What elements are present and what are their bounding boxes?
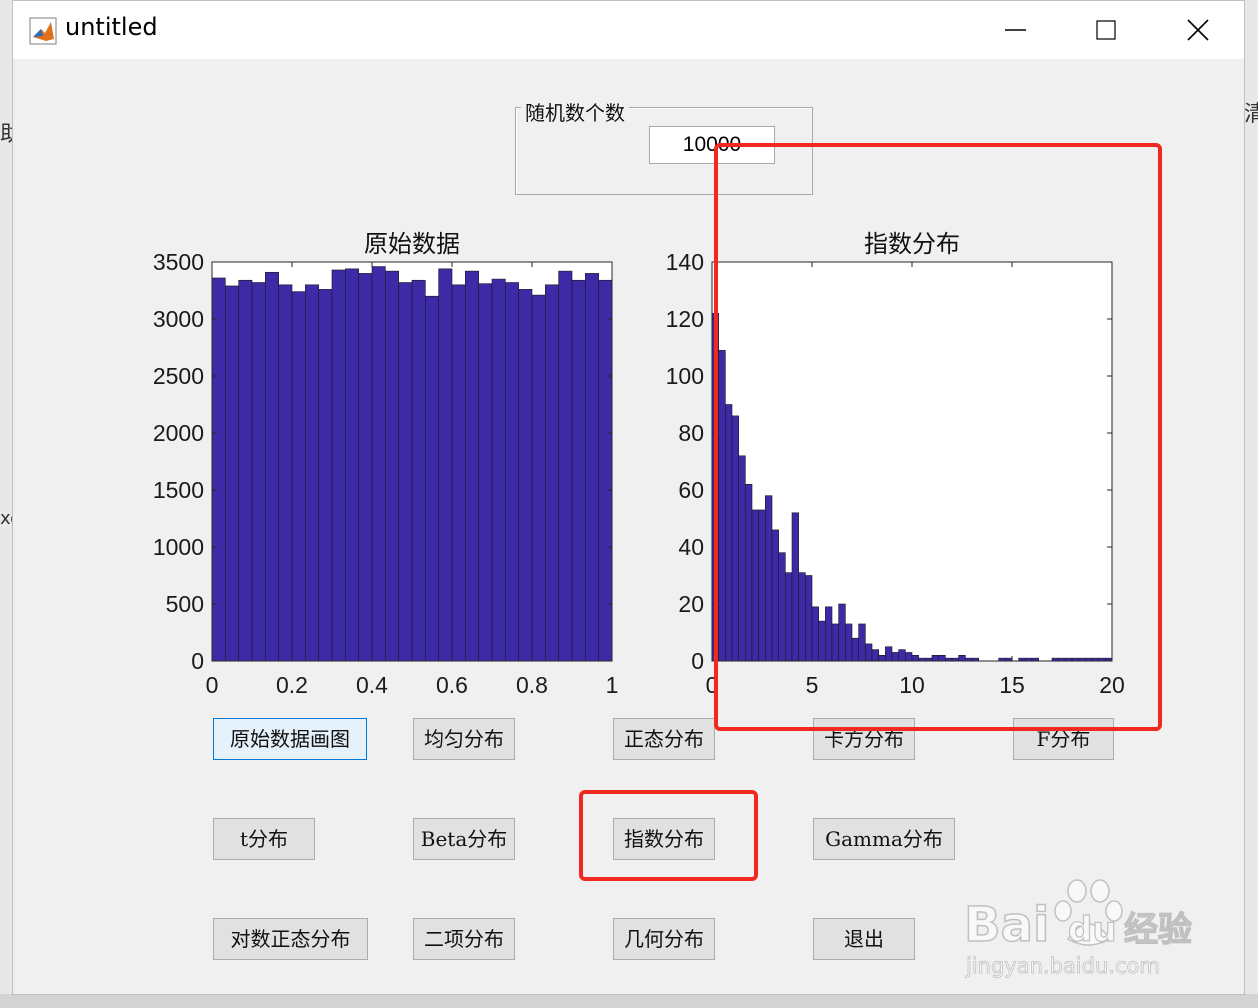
watermark-url: jingyan.baidu.com xyxy=(965,954,1160,978)
raw-x-tick-label: 0.2 xyxy=(276,672,308,698)
exp-y-tick-label: 40 xyxy=(678,534,704,560)
raw-y-tick-label: 3500 xyxy=(153,249,204,275)
raw-y-tick-label: 2500 xyxy=(153,363,204,389)
raw-bar xyxy=(358,273,373,662)
raw-bar xyxy=(331,269,346,662)
exp-y-tick-label: 20 xyxy=(678,591,704,617)
raw-chart: 原始数据 0 0.2 0.4 0.6 0.8 1 0 500 1000 1500 2000 2500 30… xyxy=(153,230,619,698)
raw-bar xyxy=(531,294,546,662)
highlight-box-button xyxy=(579,790,758,881)
lognormal-button[interactable]: 对数正态分布 xyxy=(213,918,368,960)
raw-bar xyxy=(278,284,293,662)
raw-bar xyxy=(265,271,279,662)
raw-y-tick-label: 1500 xyxy=(153,477,204,503)
watermark-cn: 经验 xyxy=(1124,910,1192,950)
raw-bar xyxy=(545,284,559,662)
watermark-du: du xyxy=(1068,910,1117,950)
raw-bar xyxy=(571,279,586,662)
raw-bar xyxy=(585,273,599,662)
exp-y-tick-label: 140 xyxy=(666,249,704,275)
raw-bar xyxy=(318,289,333,662)
raw-bar xyxy=(478,283,493,662)
exp-y-tick-label: 80 xyxy=(678,420,704,446)
baidu-watermark: Bai du 经验 jingyan.baidu.com xyxy=(963,879,1193,978)
raw-bar xyxy=(491,278,506,662)
raw-bar xyxy=(305,284,319,662)
raw-y-tick-label: 0 xyxy=(191,648,204,674)
t-distribution-button[interactable]: t分布 xyxy=(213,818,315,860)
raw-bar xyxy=(238,279,253,662)
raw-bar xyxy=(438,268,453,662)
raw-bar xyxy=(518,289,533,662)
raw-bar xyxy=(451,284,466,662)
exp-y-tick-label: 120 xyxy=(666,306,704,332)
raw-y-tick-label: 500 xyxy=(166,591,204,617)
raw-x-tick-label: 0.6 xyxy=(436,672,468,698)
raw-x-tick-label: 1 xyxy=(606,672,619,698)
highlight-box-chart xyxy=(714,143,1162,731)
raw-bar xyxy=(465,270,479,662)
exp-y-tick-label: 100 xyxy=(666,363,704,389)
raw-y-tick-label: 3000 xyxy=(153,306,204,332)
raw-chart-title: 原始数据 xyxy=(364,230,460,258)
raw-bar xyxy=(505,282,519,662)
raw-bar xyxy=(251,282,266,662)
exp-y-tick-label: 60 xyxy=(678,477,704,503)
raw-plot-button[interactable]: 原始数据画图 xyxy=(213,718,367,760)
raw-bar xyxy=(345,268,359,662)
binomial-button[interactable]: 二项分布 xyxy=(413,918,515,960)
uniform-button[interactable]: 均匀分布 xyxy=(413,718,515,760)
raw-bar xyxy=(558,270,573,662)
raw-bar xyxy=(385,270,399,662)
exp-y-tick-label: 0 xyxy=(691,648,704,674)
raw-y-tick-label: 1000 xyxy=(153,534,204,560)
raw-x-tick-label: 0.4 xyxy=(356,672,388,698)
raw-bar xyxy=(225,285,239,662)
raw-y-tick-label: 2000 xyxy=(153,420,204,446)
raw-bar xyxy=(411,279,426,662)
watermark-brand: Bai xyxy=(964,897,1049,953)
beta-button[interactable]: Beta分布 xyxy=(413,818,515,860)
exit-button[interactable]: 退出 xyxy=(813,918,915,960)
raw-bar xyxy=(371,266,386,662)
raw-x-tick-label: 0.8 xyxy=(516,672,548,698)
raw-bar xyxy=(291,291,306,662)
raw-bar xyxy=(425,295,439,662)
geometric-button[interactable]: 几何分布 xyxy=(613,918,715,960)
gamma-button[interactable]: Gamma分布 xyxy=(813,818,955,860)
raw-x-tick-label: 0 xyxy=(206,672,219,698)
normal-button[interactable]: 正态分布 xyxy=(613,718,715,760)
raw-bar xyxy=(398,282,413,662)
